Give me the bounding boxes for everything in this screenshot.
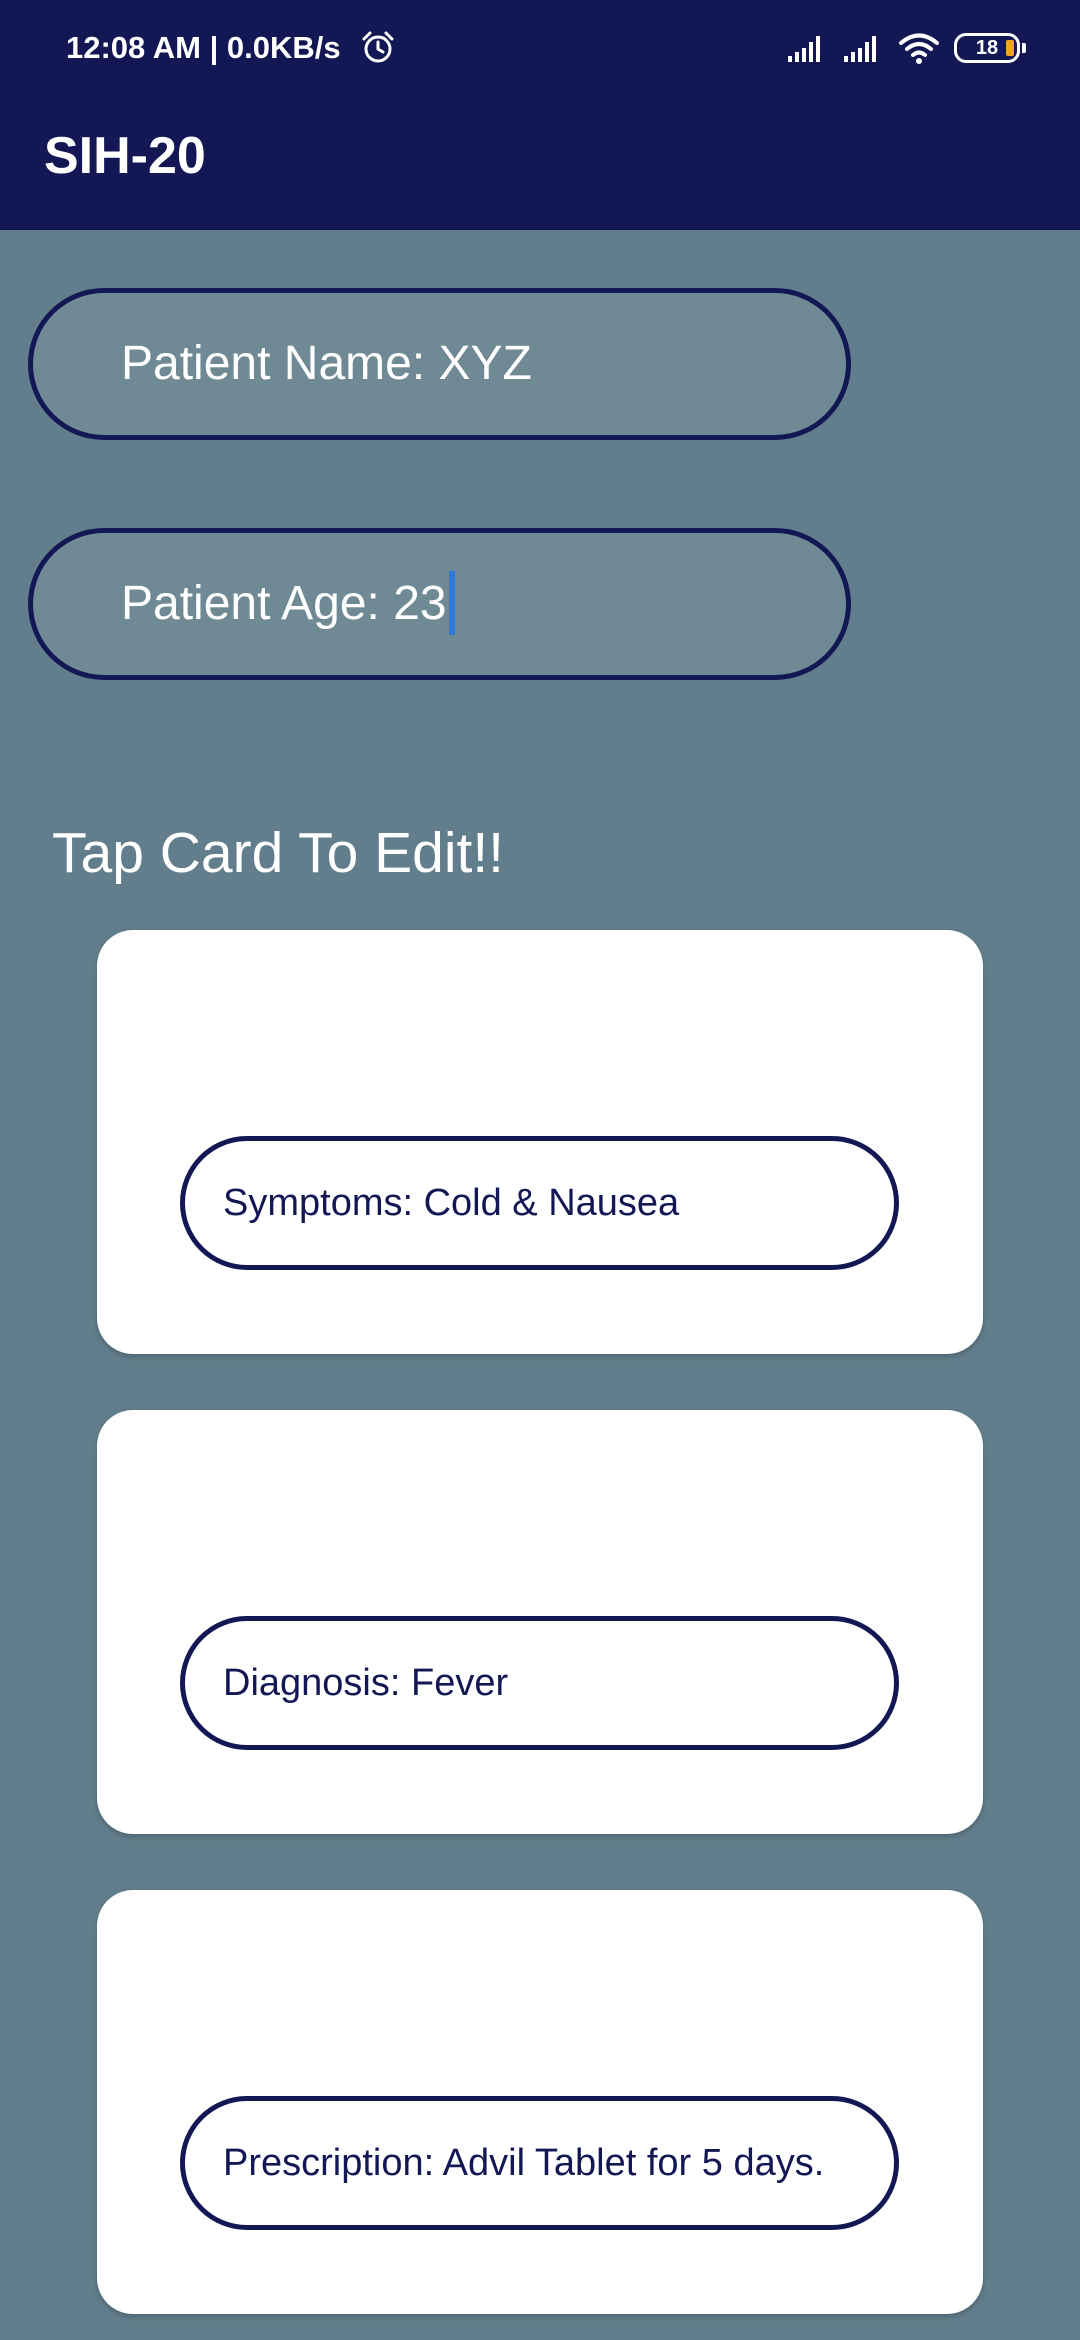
app-title: SIH-20: [44, 127, 206, 185]
patient-age-field[interactable]: Patient Age: 23: [28, 528, 851, 680]
prescription-label: Prescription: Advil Tablet for 5 days.: [180, 2096, 899, 2230]
top-app-bar: 12:08 AM | 0.0KB/s 18 SIH-20: [0, 0, 1080, 230]
diagnosis-label: Diagnosis: Fever: [180, 1616, 899, 1750]
symptoms-label: Symptoms: Cold & Nausea: [180, 1136, 899, 1270]
patient-name-value: Patient Name: XYZ: [121, 337, 532, 390]
battery-level: 18: [975, 37, 999, 59]
alarm-icon: [362, 31, 394, 63]
diagnosis-card[interactable]: Diagnosis: Fever: [97, 1410, 983, 1834]
battery-tip: [1022, 43, 1026, 53]
wifi-icon: [899, 33, 939, 64]
signal-icon: [844, 36, 876, 62]
section-heading: Tap Card To Edit!!: [52, 821, 505, 885]
status-icons: 18: [786, 26, 1026, 70]
patient-age-value: Patient Age: 23: [121, 577, 447, 630]
status-time: 12:08 AM | 0.0KB/s: [66, 30, 341, 65]
patient-name-field[interactable]: Patient Name: XYZ: [28, 288, 851, 440]
symptoms-card[interactable]: Symptoms: Cold & Nausea: [97, 930, 983, 1354]
signal-icon: [788, 36, 820, 62]
prescription-card[interactable]: Prescription: Advil Tablet for 5 days.: [97, 1890, 983, 2314]
text-cursor: [448, 571, 455, 636]
battery-fill: [1006, 40, 1014, 56]
battery-icon: 18: [954, 33, 1026, 63]
